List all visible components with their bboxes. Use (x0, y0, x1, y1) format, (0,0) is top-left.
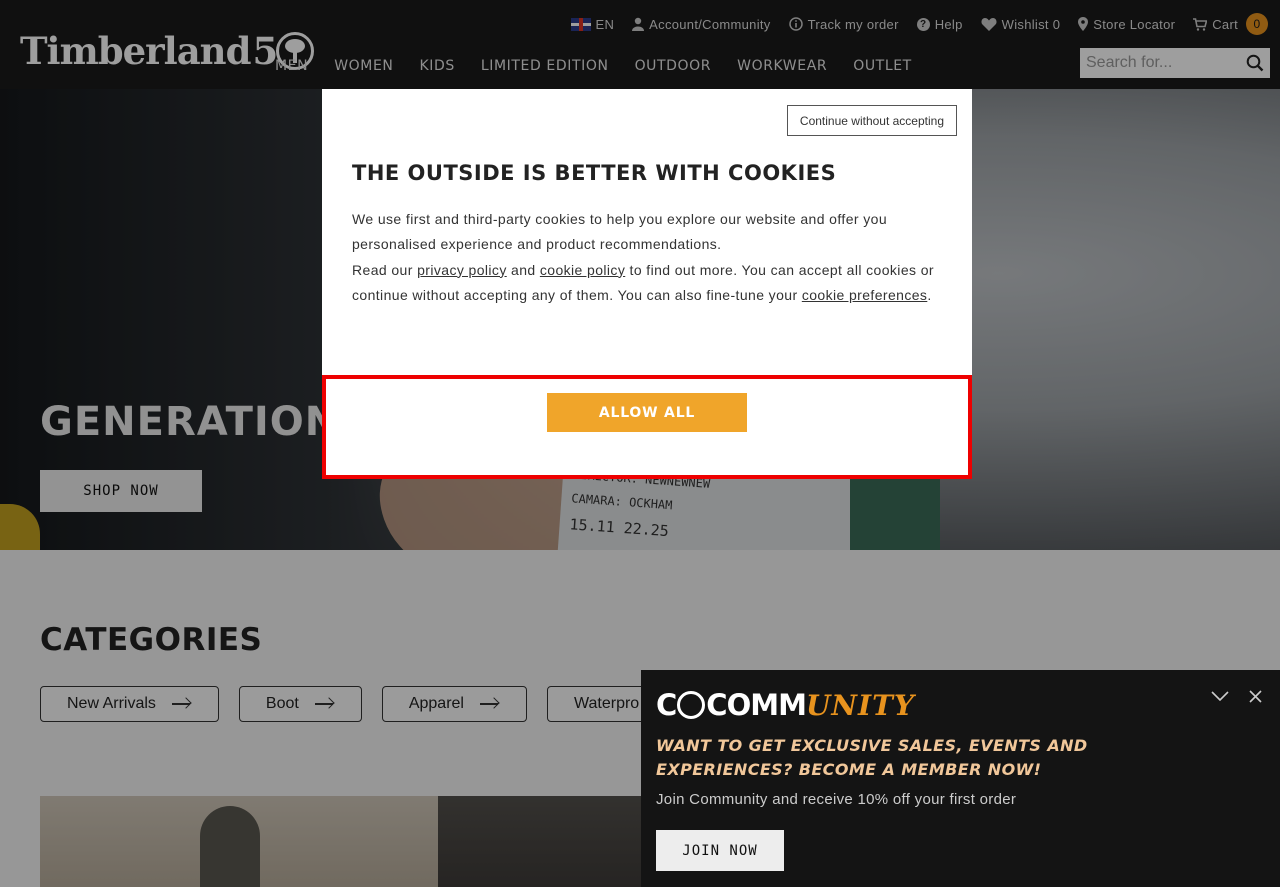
cookie-preferences-link[interactable]: cookie preferences (802, 287, 928, 303)
community-logo-c: C (656, 688, 677, 722)
text-fragment: and (506, 261, 540, 278)
cookie-modal-title: THE OUTSIDE IS BETTER WITH COOKIES (352, 161, 837, 185)
cookie-policy-link[interactable]: cookie policy (540, 262, 625, 278)
text-fragment: Read our (352, 261, 418, 278)
cookie-modal-footer-highlight: ALLOW ALL (322, 375, 972, 479)
close-icon (1248, 689, 1262, 703)
join-now-button[interactable]: JOIN NOW (656, 830, 784, 871)
community-logo: C COMM UNITY (656, 688, 915, 722)
close-button[interactable] (1245, 686, 1265, 706)
community-headline: WANT TO GET EXCLUSIVE SALES, EVENTS AND … (656, 736, 1088, 779)
minimize-button[interactable] (1210, 686, 1230, 706)
community-logo-script: UNITY (805, 688, 915, 722)
community-logo-word: COMM (706, 688, 807, 722)
privacy-policy-link[interactable]: privacy policy (417, 262, 507, 278)
cookie-policy-text: Read our privacy policy and cookie polic… (352, 258, 950, 309)
cookie-intro-text: We use first and third-party cookies to … (352, 211, 888, 253)
allow-all-button[interactable]: ALLOW ALL (547, 393, 747, 432)
chevron-down-icon (1211, 691, 1229, 701)
cookie-modal-body: We use first and third-party cookies to … (352, 207, 950, 308)
cookie-consent-modal: Continue without accepting THE OUTSIDE I… (322, 89, 972, 479)
community-popup: C COMM UNITY WANT TO GET EXCLUSIVE SALES… (641, 670, 1280, 887)
community-subtext: Join Community and receive 10% off your … (656, 791, 1017, 808)
continue-without-accepting-button[interactable]: Continue without accepting (786, 105, 957, 136)
text-fragment: . (927, 286, 932, 303)
tree-circle-icon (677, 691, 706, 719)
